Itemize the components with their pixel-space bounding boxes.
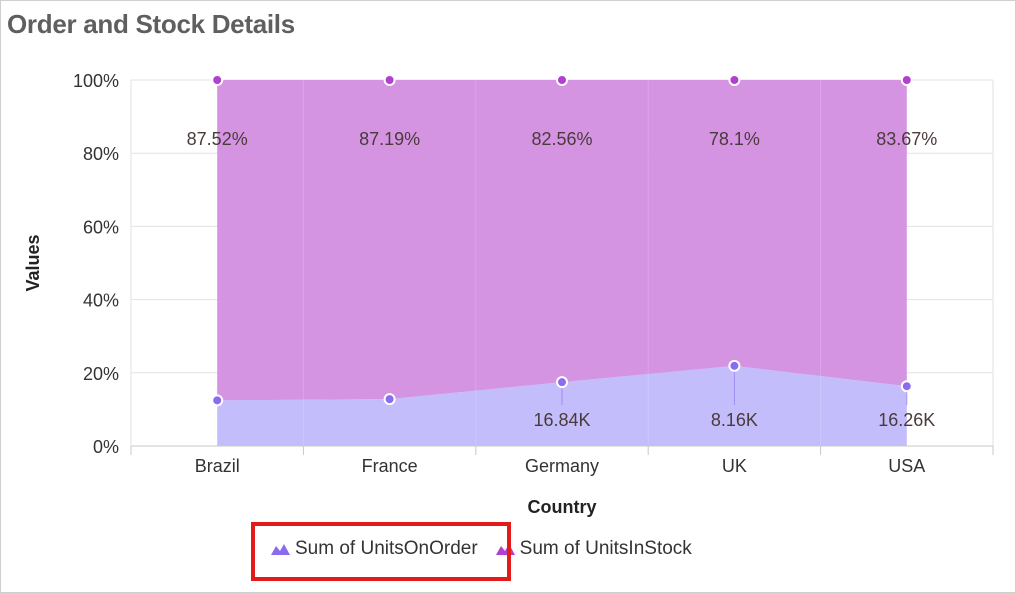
x-tick-label: Germany xyxy=(525,456,599,476)
y-tick-label: 0% xyxy=(93,437,119,457)
chart-container: Order and Stock Details 87.52% 87.19% 82.5… xyxy=(0,0,1016,593)
legend-item-units-on-order[interactable]: Sum of UnitsOnOrder xyxy=(271,538,478,560)
x-tick-label: USA xyxy=(888,456,925,476)
marker-units-on-order xyxy=(383,393,396,406)
data-label-units-in-stock: 82.56% xyxy=(531,129,592,149)
legend: Sum of UnitsOnOrder Sum of UnitsInStock xyxy=(271,535,692,563)
marker-units-on-order xyxy=(900,380,913,393)
marker-units-in-stock xyxy=(211,74,224,86)
marker-units-in-stock xyxy=(728,74,741,86)
data-label-units-on-order: 16.84K xyxy=(533,410,590,430)
legend-label-units-in-stock: Sum of UnitsInStock xyxy=(519,538,692,559)
area-series-icon xyxy=(271,544,290,555)
marker-units-in-stock xyxy=(556,74,568,86)
x-tick-label: UK xyxy=(722,456,747,476)
data-label-units-in-stock: 78.1% xyxy=(709,129,760,149)
data-label-units-on-order: 16.26K xyxy=(878,410,935,430)
area-chart: 87.52% 87.19% 82.56% 78.1% 83.67% 16.84K 8.16K… xyxy=(23,71,994,517)
marker-units-in-stock xyxy=(383,74,396,86)
y-tick-label: 20% xyxy=(83,364,119,384)
data-label-units-in-stock: 87.52% xyxy=(187,129,248,149)
data-label-units-in-stock: 87.19% xyxy=(359,129,420,149)
y-tick-label: 80% xyxy=(83,144,119,164)
y-axis-title: Values xyxy=(23,234,43,291)
x-tick-label: France xyxy=(362,456,418,476)
data-label-units-on-order: 8.16K xyxy=(711,410,758,430)
legend-item-units-in-stock[interactable]: Sum of UnitsInStock xyxy=(495,538,692,560)
x-axis-title: Country xyxy=(528,497,597,517)
marker-units-on-order xyxy=(211,394,224,407)
y-tick-label: 40% xyxy=(83,291,119,311)
y-tick-label: 100% xyxy=(73,71,119,91)
marker-units-on-order xyxy=(728,359,741,372)
data-label-units-in-stock: 83.67% xyxy=(876,129,937,149)
x-tick-label: Brazil xyxy=(195,456,240,476)
marker-units-in-stock xyxy=(900,74,913,86)
marker-units-on-order xyxy=(556,376,568,389)
y-tick-label: 60% xyxy=(83,217,119,237)
legend-label-units-on-order: Sum of UnitsOnOrder xyxy=(295,538,478,559)
area-series-icon xyxy=(495,544,515,555)
